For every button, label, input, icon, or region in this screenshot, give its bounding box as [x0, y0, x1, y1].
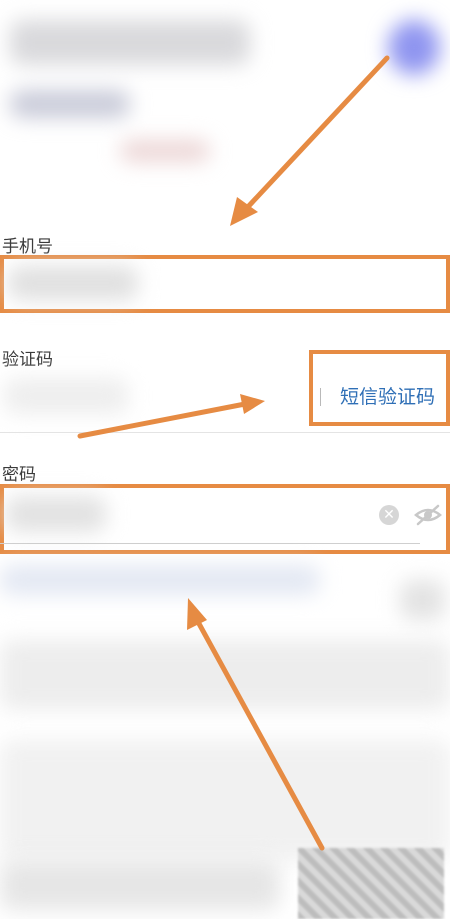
- arrow-to-phone: [242, 55, 390, 213]
- password-label: 密码: [2, 465, 36, 485]
- code-underline: [0, 432, 450, 433]
- avatar[interactable]: [388, 20, 440, 75]
- blurred-footer: [0, 740, 450, 860]
- blurred-agreement-row: [0, 565, 320, 595]
- blurred-header-title: [10, 20, 250, 65]
- arrow-to-sms-head: [240, 394, 265, 414]
- password-underline: [0, 543, 420, 544]
- phone-label: 手机号: [2, 237, 53, 257]
- arrow-to-phone-head: [230, 197, 258, 226]
- sms-button-highlight: [309, 350, 450, 426]
- blurred-action-icon: [400, 580, 445, 620]
- phone-input[interactable]: [8, 266, 138, 300]
- eye-hidden-icon[interactable]: [414, 503, 442, 527]
- blurred-bottom-block: [0, 860, 280, 910]
- arrow-to-password-head: [187, 598, 207, 630]
- blurred-login-button[interactable]: [0, 640, 450, 710]
- password-input[interactable]: [6, 496, 106, 532]
- code-label: 验证码: [2, 350, 53, 370]
- blurred-header-subtitle: [10, 90, 130, 118]
- clear-icon[interactable]: ✕: [379, 505, 399, 525]
- code-input[interactable]: [4, 378, 128, 414]
- blurred-header-note: [120, 140, 210, 162]
- watermark: [298, 848, 444, 919]
